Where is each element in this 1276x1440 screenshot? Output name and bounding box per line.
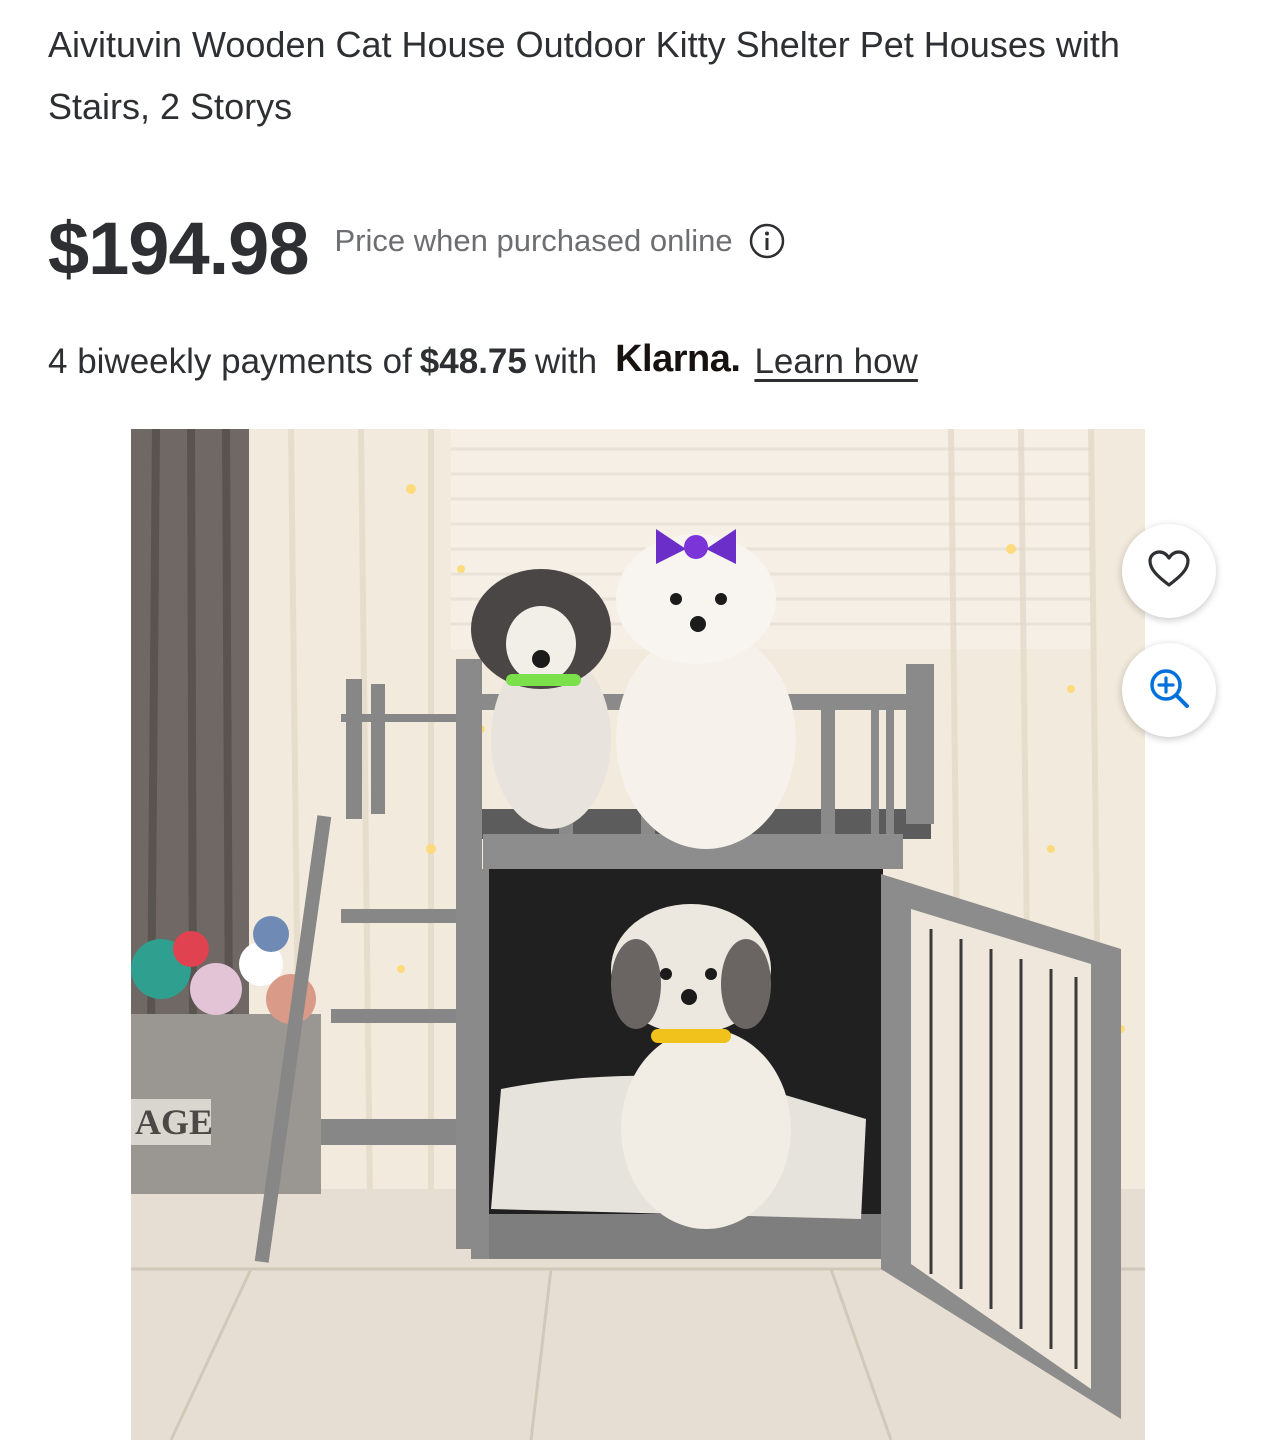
product-image[interactable]: AGE (131, 429, 1145, 1440)
price-note-text: Price when purchased online (334, 223, 733, 258)
price-note: Price when purchased online (335, 223, 785, 259)
financing-connector: with (534, 342, 598, 381)
product-page: Aivituvin Wooden Cat House Outdoor Kitty… (0, 0, 1276, 1440)
product-title: Aivituvin Wooden Cat House Outdoor Kitty… (48, 24, 1120, 127)
product-photo: AGE (131, 429, 1145, 1440)
learn-how-link[interactable]: Learn how (754, 342, 917, 382)
product-price: $194.98 (48, 206, 309, 290)
zoom-button[interactable] (1122, 643, 1216, 737)
info-icon[interactable] (749, 223, 785, 259)
favorite-button[interactable] (1122, 524, 1216, 618)
financing-row: 4 biweekly payments of $48.75 with Klarn… (48, 334, 918, 390)
price-row: $194.98 Price when purchased online (48, 200, 785, 296)
zoom-in-icon (1147, 666, 1191, 715)
klarna-logo: Klarna. (615, 337, 741, 380)
heart-icon (1147, 549, 1191, 594)
financing-prefix: 4 biweekly payments of (48, 342, 412, 381)
financing-amount: $48.75 (419, 342, 527, 381)
basket-label: AGE (135, 1102, 213, 1142)
